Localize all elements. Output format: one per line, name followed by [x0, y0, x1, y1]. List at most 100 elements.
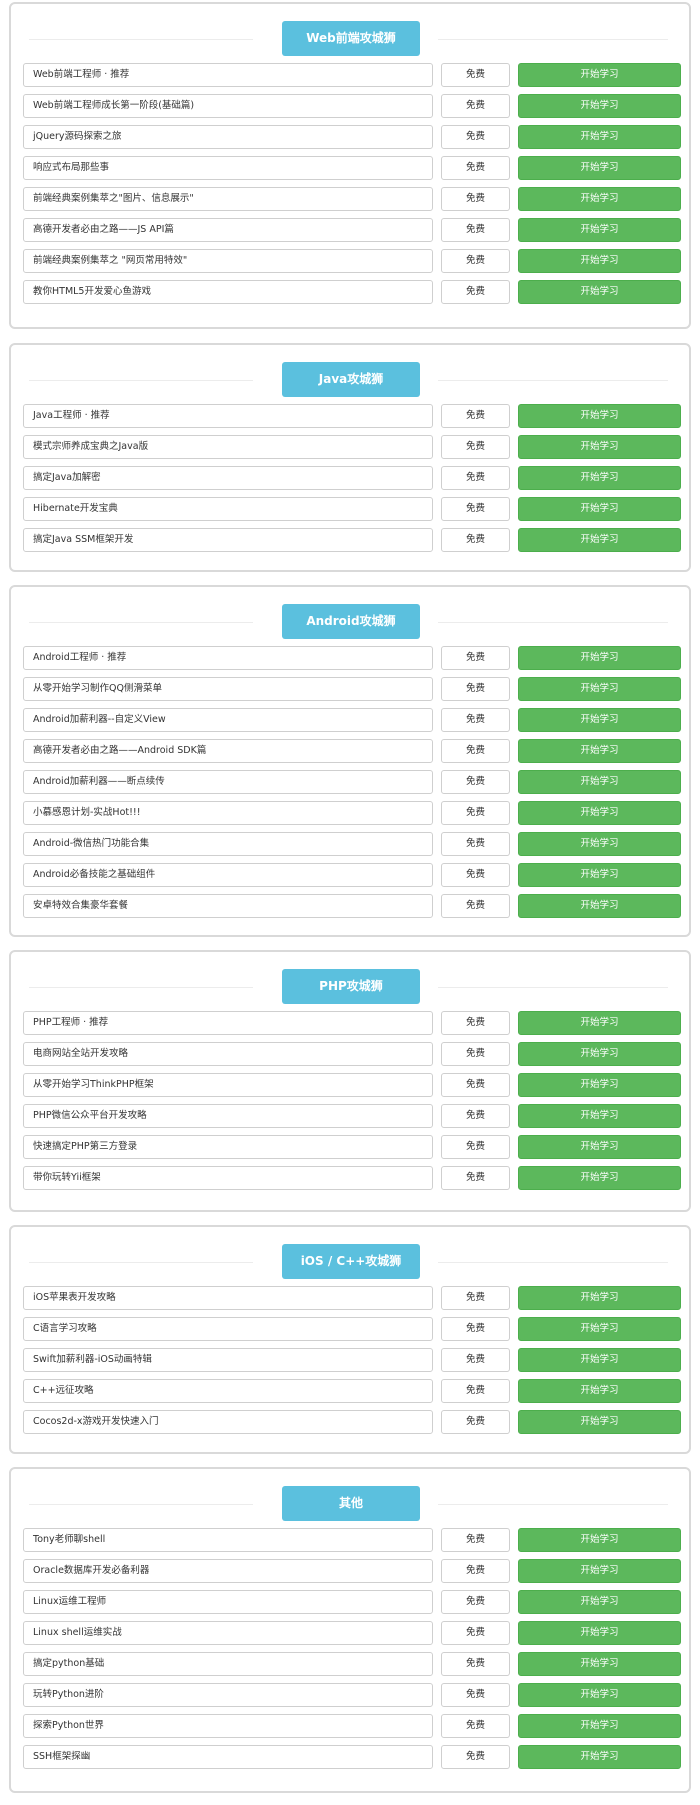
- course-name[interactable]: 高德开发者必由之路——Android SDK篇: [23, 739, 433, 763]
- price-tag-free: 免费: [441, 1410, 510, 1434]
- start-learning-button[interactable]: 开始学习: [518, 1590, 681, 1614]
- start-learning-button[interactable]: 开始学习: [518, 94, 681, 118]
- start-learning-button[interactable]: 开始学习: [518, 1166, 681, 1190]
- start-learning-button[interactable]: 开始学习: [518, 466, 681, 490]
- start-learning-button[interactable]: 开始学习: [518, 1135, 681, 1159]
- course-name[interactable]: 带你玩转Yii框架: [23, 1166, 433, 1190]
- start-learning-button[interactable]: 开始学习: [518, 770, 681, 794]
- course-name[interactable]: 快速搞定PHP第三方登录: [23, 1135, 433, 1159]
- start-learning-button[interactable]: 开始学习: [518, 832, 681, 856]
- course-name[interactable]: C语言学习攻略: [23, 1317, 433, 1341]
- course-name[interactable]: jQuery源码探索之旅: [23, 125, 433, 149]
- start-learning-button[interactable]: 开始学习: [518, 404, 681, 428]
- section-header: 其他: [11, 1486, 689, 1522]
- course-name[interactable]: Android-微信热门功能合集: [23, 832, 433, 856]
- course-name[interactable]: Cocos2d-x游戏开发快速入门: [23, 1410, 433, 1434]
- course-name[interactable]: 安卓特效合集豪华套餐: [23, 894, 433, 918]
- course-name[interactable]: 模式宗师养成宝典之Java版: [23, 435, 433, 459]
- start-learning-button[interactable]: 开始学习: [518, 1559, 681, 1583]
- start-learning-button[interactable]: 开始学习: [518, 1528, 681, 1552]
- course-name[interactable]: 前端经典案例集萃之"图片、信息展示": [23, 187, 433, 211]
- start-learning-button[interactable]: 开始学习: [518, 187, 681, 211]
- start-learning-button[interactable]: 开始学习: [518, 1714, 681, 1738]
- start-learning-button[interactable]: 开始学习: [518, 1286, 681, 1310]
- course-name[interactable]: 小慕感恩计划-实战Hot!!!: [23, 801, 433, 825]
- price-tag-free: 免费: [441, 801, 510, 825]
- course-name[interactable]: Web前端工程师成长第一阶段(基础篇): [23, 94, 433, 118]
- start-learning-button[interactable]: 开始学习: [518, 528, 681, 552]
- start-learning-button[interactable]: 开始学习: [518, 125, 681, 149]
- course-name[interactable]: 电商网站全站开发攻略: [23, 1042, 433, 1066]
- start-learning-button[interactable]: 开始学习: [518, 863, 681, 887]
- course-name[interactable]: SSH框架探幽: [23, 1745, 433, 1769]
- section-header: Android攻城狮: [11, 604, 689, 640]
- start-learning-button[interactable]: 开始学习: [518, 435, 681, 459]
- start-learning-button[interactable]: 开始学习: [518, 1042, 681, 1066]
- start-learning-button[interactable]: 开始学习: [518, 1104, 681, 1128]
- start-learning-button[interactable]: 开始学习: [518, 646, 681, 670]
- start-learning-button[interactable]: 开始学习: [518, 894, 681, 918]
- start-learning-button[interactable]: 开始学习: [518, 1652, 681, 1676]
- course-row: 搞定Java SSM框架开发 免费 开始学习: [11, 528, 689, 552]
- start-learning-button[interactable]: 开始学习: [518, 156, 681, 180]
- course-name[interactable]: Hibernate开发宝典: [23, 497, 433, 521]
- start-learning-button[interactable]: 开始学习: [518, 801, 681, 825]
- course-row: Android工程师 · 推荐 免费 开始学习: [11, 646, 689, 670]
- course-name[interactable]: 教你HTML5开发爱心鱼游戏: [23, 280, 433, 304]
- price-tag-free: 免费: [441, 677, 510, 701]
- course-name[interactable]: 从零开始学习制作QQ侧滑菜单: [23, 677, 433, 701]
- course-name[interactable]: Linux运维工程师: [23, 1590, 433, 1614]
- start-learning-button[interactable]: 开始学习: [518, 249, 681, 273]
- course-name[interactable]: Android加薪利器——断点续传: [23, 770, 433, 794]
- course-name[interactable]: PHP微信公众平台开发攻略: [23, 1104, 433, 1128]
- start-learning-button[interactable]: 开始学习: [518, 1073, 681, 1097]
- start-learning-button[interactable]: 开始学习: [518, 280, 681, 304]
- start-learning-button[interactable]: 开始学习: [518, 1621, 681, 1645]
- course-section-panel: iOS / C++攻城狮 iOS苹果表开发攻略 免费 开始学习 C语言学习攻略 免费 开始学…: [9, 1225, 691, 1454]
- course-row: Cocos2d-x游戏开发快速入门 免费 开始学习: [11, 1410, 689, 1434]
- price-tag-free: 免费: [441, 466, 510, 490]
- start-learning-button[interactable]: 开始学习: [518, 218, 681, 242]
- course-name[interactable]: Linux shell运维实战: [23, 1621, 433, 1645]
- price-tag-free: 免费: [441, 1042, 510, 1066]
- course-name[interactable]: 玩转Python进阶: [23, 1683, 433, 1707]
- course-name[interactable]: 从零开始学习ThinkPHP框架: [23, 1073, 433, 1097]
- course-row: 带你玩转Yii框架 免费 开始学习: [11, 1166, 689, 1190]
- start-learning-button[interactable]: 开始学习: [518, 677, 681, 701]
- course-name[interactable]: 探索Python世界: [23, 1714, 433, 1738]
- start-learning-button[interactable]: 开始学习: [518, 739, 681, 763]
- course-name[interactable]: 响应式布局那些事: [23, 156, 433, 180]
- header-divider-right: [438, 39, 668, 40]
- start-learning-button[interactable]: 开始学习: [518, 1348, 681, 1372]
- course-name[interactable]: iOS苹果表开发攻略: [23, 1286, 433, 1310]
- start-learning-button[interactable]: 开始学习: [518, 1745, 681, 1769]
- course-name[interactable]: Java工程师 · 推荐: [23, 404, 433, 428]
- course-name[interactable]: Oracle数据库开发必备利器: [23, 1559, 433, 1583]
- start-learning-button[interactable]: 开始学习: [518, 1410, 681, 1434]
- course-name[interactable]: 高德开发者必由之路——JS API篇: [23, 218, 433, 242]
- section-title: Web前端攻城狮: [282, 21, 420, 56]
- start-learning-button[interactable]: 开始学习: [518, 1317, 681, 1341]
- course-section-panel: Web前端攻城狮 Web前端工程师 · 推荐 免费 开始学习 Web前端工程师成长第一阶…: [9, 2, 691, 329]
- course-name[interactable]: Web前端工程师 · 推荐: [23, 63, 433, 87]
- course-name[interactable]: 搞定Java加解密: [23, 466, 433, 490]
- course-name[interactable]: Tony老师聊shell: [23, 1528, 433, 1552]
- course-name[interactable]: 搞定Java SSM框架开发: [23, 528, 433, 552]
- course-name[interactable]: Android加薪利器--自定义View: [23, 708, 433, 732]
- start-learning-button[interactable]: 开始学习: [518, 63, 681, 87]
- start-learning-button[interactable]: 开始学习: [518, 1683, 681, 1707]
- course-name[interactable]: Swift加薪利器-iOS动画特辑: [23, 1348, 433, 1372]
- start-learning-button[interactable]: 开始学习: [518, 1379, 681, 1403]
- course-name[interactable]: Android工程师 · 推荐: [23, 646, 433, 670]
- start-learning-button[interactable]: 开始学习: [518, 1011, 681, 1035]
- course-section-panel: Android攻城狮 Android工程师 · 推荐 免费 开始学习 从零开始学习制作Q…: [9, 585, 691, 937]
- course-name[interactable]: PHP工程师 · 推荐: [23, 1011, 433, 1035]
- course-name[interactable]: 前端经典案例集萃之 "网页常用特效": [23, 249, 433, 273]
- course-name[interactable]: Android必备技能之基础组件: [23, 863, 433, 887]
- course-name[interactable]: C++远征攻略: [23, 1379, 433, 1403]
- start-learning-button[interactable]: 开始学习: [518, 708, 681, 732]
- price-tag-free: 免费: [441, 1379, 510, 1403]
- course-name[interactable]: 搞定python基础: [23, 1652, 433, 1676]
- course-row: Android加薪利器--自定义View 免费 开始学习: [11, 708, 689, 732]
- start-learning-button[interactable]: 开始学习: [518, 497, 681, 521]
